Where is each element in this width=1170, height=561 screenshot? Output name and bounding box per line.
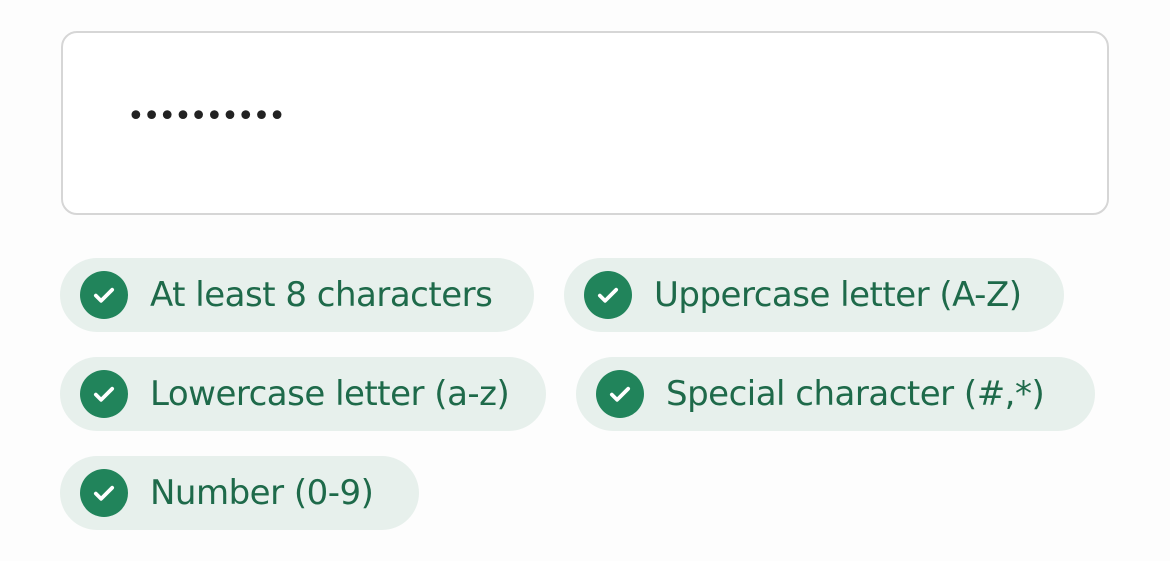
- requirement-label: Special character (#,*): [666, 374, 1045, 414]
- requirement-chip-number: Number (0-9): [60, 456, 419, 530]
- check-circle-icon: [584, 271, 632, 319]
- requirement-label: At least 8 characters: [150, 275, 493, 315]
- password-strength-panel: At least 8 characters Uppercase letter (…: [0, 0, 1170, 561]
- check-circle-icon: [596, 370, 644, 418]
- requirement-chip-length: At least 8 characters: [60, 258, 534, 332]
- requirement-label: Uppercase letter (A-Z): [654, 275, 1022, 315]
- password-input[interactable]: [63, 33, 1107, 213]
- requirement-label: Number (0-9): [150, 473, 374, 513]
- requirement-label: Lowercase letter (a-z): [150, 374, 510, 414]
- requirement-chip-uppercase: Uppercase letter (A-Z): [564, 258, 1064, 332]
- check-circle-icon: [80, 271, 128, 319]
- check-circle-icon: [80, 469, 128, 517]
- requirement-chip-lowercase: Lowercase letter (a-z): [60, 357, 546, 431]
- requirement-chip-special: Special character (#,*): [576, 357, 1095, 431]
- password-field-container: [61, 31, 1109, 215]
- check-circle-icon: [80, 370, 128, 418]
